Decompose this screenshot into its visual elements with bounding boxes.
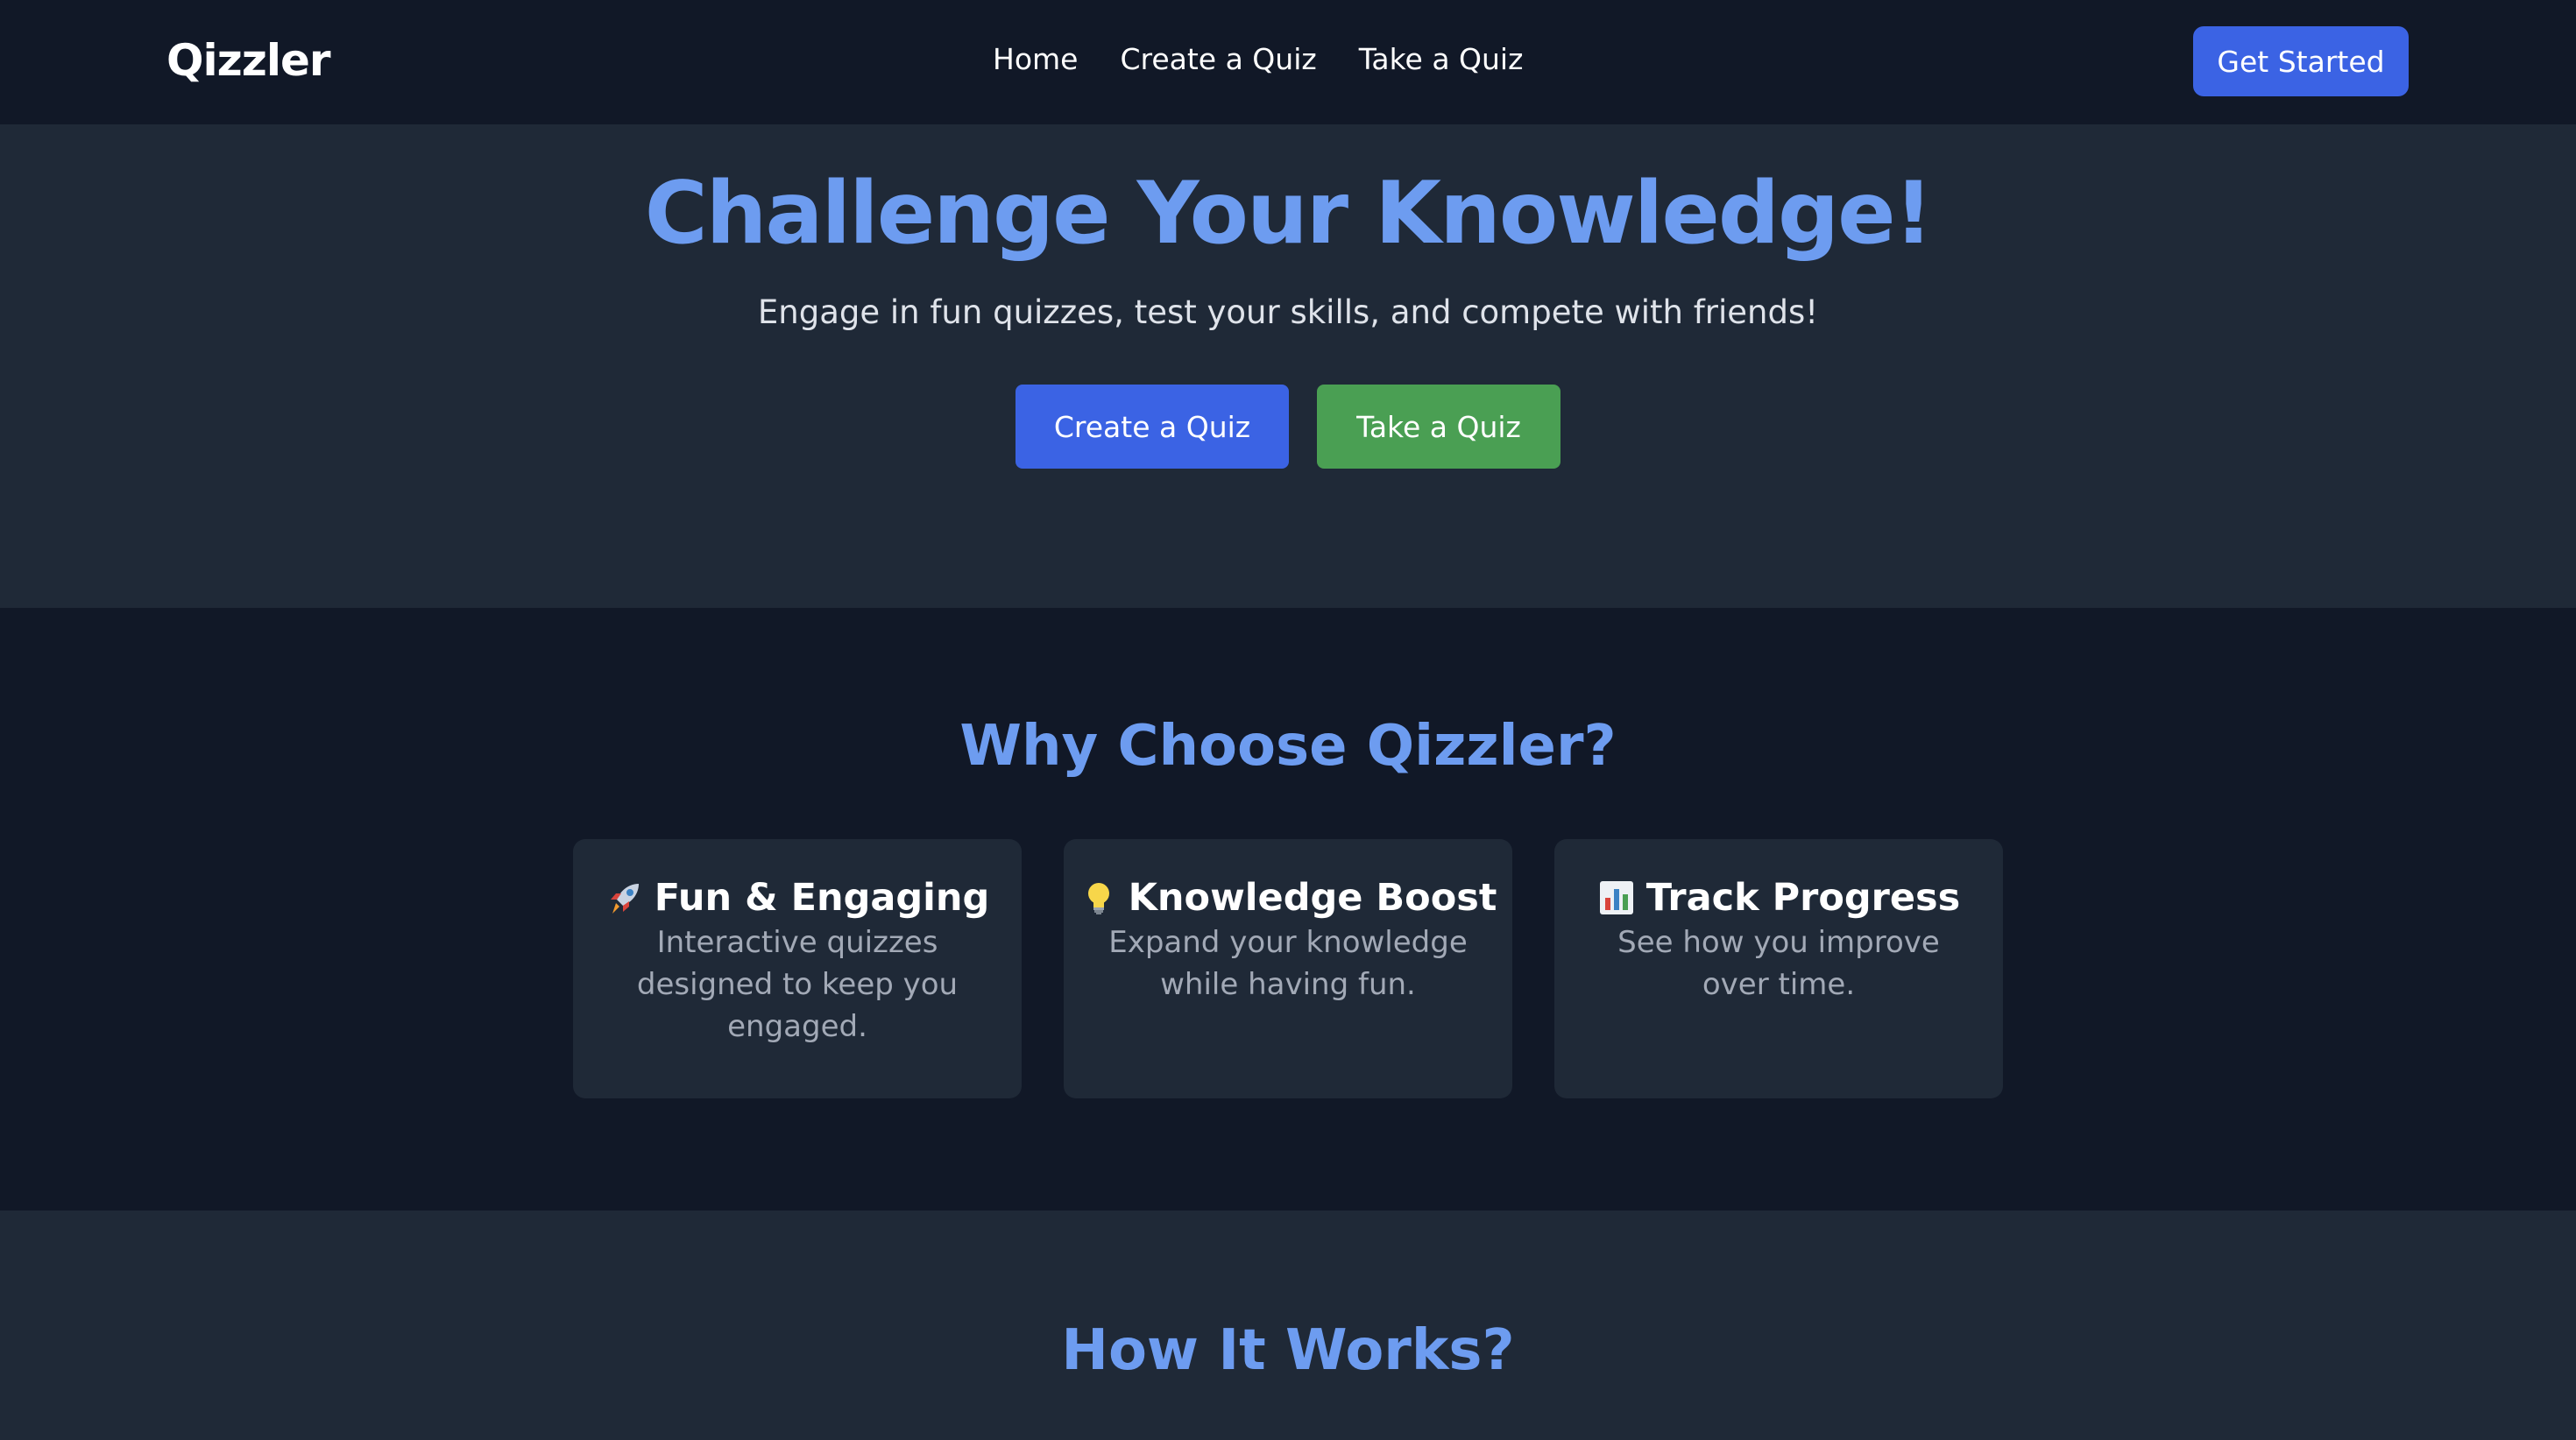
logo[interactable]: Qizzler bbox=[166, 33, 331, 88]
take-quiz-button[interactable]: Take a Quiz bbox=[1317, 385, 1560, 469]
feature-card-knowledge: Knowledge Boost Expand your knowledge wh… bbox=[1064, 839, 1512, 1098]
nav-home-link[interactable]: Home bbox=[993, 39, 1078, 81]
create-quiz-button[interactable]: Create a Quiz bbox=[1016, 385, 1289, 469]
feature-card-description: Interactive quizzes designed to keep you… bbox=[636, 925, 959, 1044]
feature-card-title: Track Progress bbox=[1645, 876, 1961, 920]
nav-take-quiz-link[interactable]: Take a Quiz bbox=[1359, 39, 1524, 81]
how-it-works-section: How It Works? bbox=[0, 1211, 2576, 1440]
lightbulb-icon bbox=[1079, 879, 1118, 917]
site-header: Qizzler Home Create a Quiz Take a Quiz G… bbox=[0, 0, 2576, 124]
hero-title: Challenge Your Knowledge! bbox=[644, 164, 1934, 264]
rocket-icon bbox=[605, 879, 644, 917]
get-started-button[interactable]: Get Started bbox=[2193, 26, 2409, 96]
feature-card-heading: Fun & Engaging bbox=[605, 874, 990, 921]
feature-card-fun: Fun & Engaging Interactive quizzes desig… bbox=[573, 839, 1022, 1098]
nav-create-quiz-link[interactable]: Create a Quiz bbox=[1120, 39, 1316, 81]
feature-card-heading: Knowledge Boost bbox=[1087, 874, 1497, 921]
bar-chart-icon bbox=[1597, 879, 1636, 917]
feature-card-title: Fun & Engaging bbox=[654, 876, 990, 920]
features-title: Why Choose Qizzler? bbox=[959, 714, 1617, 779]
feature-card-description: Expand your knowledge while having fun. bbox=[1108, 925, 1468, 1002]
features-section: Why Choose Qizzler? Fun & Engaging Inter… bbox=[0, 608, 2576, 1211]
hero-section: Challenge Your Knowledge! Engage in fun … bbox=[0, 124, 2576, 608]
feature-card-description: See how you improve over time. bbox=[1617, 925, 1940, 1002]
feature-card-heading: Track Progress bbox=[1589, 874, 1968, 921]
hero-subtitle: Engage in fun quizzes, test your skills,… bbox=[757, 293, 1819, 331]
main-nav: Home Create a Quiz Take a Quiz bbox=[993, 39, 1523, 81]
feature-card-progress: Track Progress See how you improve over … bbox=[1554, 839, 2003, 1098]
how-it-works-title: How It Works? bbox=[1061, 1318, 1515, 1383]
feature-card-title: Knowledge Boost bbox=[1128, 876, 1497, 920]
